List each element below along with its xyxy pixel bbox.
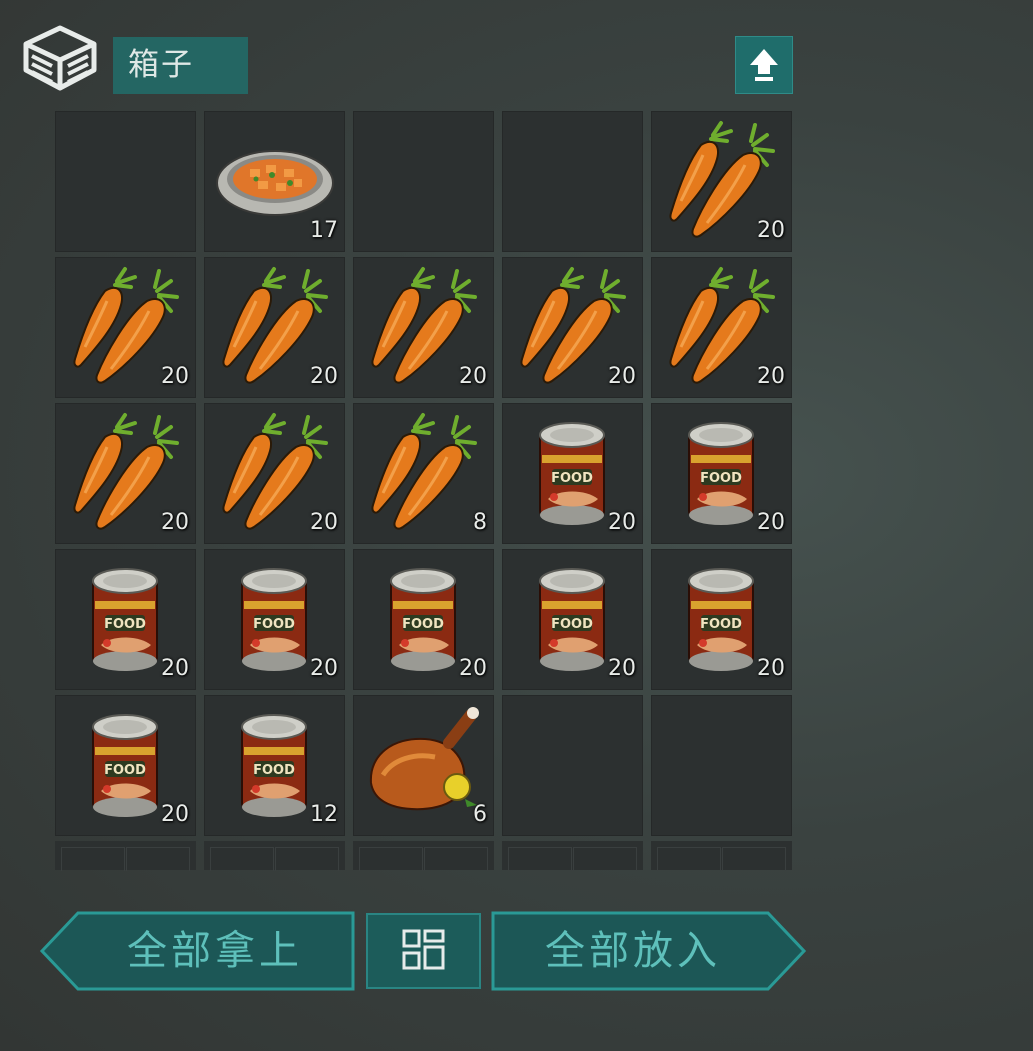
inventory-slot-partial[interactable] bbox=[353, 841, 494, 871]
inventory-slot[interactable]: 20 bbox=[204, 403, 345, 544]
take-all-button[interactable]: 全部拿上 bbox=[40, 910, 356, 992]
item-count: 20 bbox=[757, 218, 785, 243]
svg-text:FOOD: FOOD bbox=[253, 763, 295, 778]
container-title: 箱子 bbox=[113, 37, 248, 94]
inventory-slot[interactable] bbox=[353, 111, 494, 252]
item-count: 20 bbox=[161, 802, 189, 827]
inventory-slot[interactable]: 20 bbox=[55, 257, 196, 398]
inventory-slot-partial[interactable] bbox=[204, 841, 345, 871]
put-all-button[interactable]: 全部放入 bbox=[490, 910, 806, 992]
svg-text:FOOD: FOOD bbox=[253, 617, 295, 632]
inventory-slot[interactable]: 8 bbox=[353, 403, 494, 544]
inventory-slot[interactable]: 20 bbox=[502, 257, 643, 398]
inventory-slot[interactable]: FOOD 20 bbox=[502, 549, 643, 690]
inventory-slot[interactable] bbox=[502, 695, 643, 836]
inventory-slot[interactable]: FOOD 20 bbox=[651, 549, 792, 690]
put-all-label: 全部放入 bbox=[545, 928, 721, 974]
inventory-slot[interactable]: 6 bbox=[353, 695, 494, 836]
inventory-slot[interactable]: 20 bbox=[651, 111, 792, 252]
inventory-slot[interactable]: FOOD 20 bbox=[55, 695, 196, 836]
container-panel: 箱子 17 20 20 20 20 20 20 20 20 8 FOOD 20 … bbox=[0, 0, 1033, 1051]
item-count: 12 bbox=[310, 802, 338, 827]
inventory-slot-partial[interactable] bbox=[502, 841, 643, 871]
action-bar: 全部拿上 全部放入 bbox=[40, 910, 810, 992]
sort-button[interactable] bbox=[366, 913, 481, 989]
item-count: 20 bbox=[310, 510, 338, 535]
inventory-slot[interactable]: 20 bbox=[651, 257, 792, 398]
svg-text:FOOD: FOOD bbox=[700, 617, 742, 632]
inventory-slot[interactable] bbox=[502, 111, 643, 252]
svg-text:FOOD: FOOD bbox=[700, 471, 742, 486]
upload-arrow-icon bbox=[750, 49, 778, 81]
item-count: 20 bbox=[161, 364, 189, 389]
item-count: 20 bbox=[608, 656, 636, 681]
svg-text:FOOD: FOOD bbox=[402, 617, 444, 632]
inventory-slot[interactable]: FOOD 20 bbox=[204, 549, 345, 690]
inventory-slot[interactable]: 20 bbox=[55, 403, 196, 544]
svg-text:FOOD: FOOD bbox=[551, 617, 593, 632]
take-all-label: 全部拿上 bbox=[127, 928, 303, 974]
item-count: 20 bbox=[757, 510, 785, 535]
item-count: 6 bbox=[473, 802, 487, 827]
inventory-slot[interactable] bbox=[651, 695, 792, 836]
item-count: 17 bbox=[310, 218, 338, 243]
svg-text:FOOD: FOOD bbox=[104, 763, 146, 778]
inventory-slot[interactable]: FOOD 20 bbox=[502, 403, 643, 544]
inventory-slot[interactable]: FOOD 20 bbox=[55, 549, 196, 690]
inventory-slot[interactable]: FOOD 20 bbox=[353, 549, 494, 690]
item-count: 20 bbox=[310, 656, 338, 681]
inventory-slot[interactable]: 20 bbox=[204, 257, 345, 398]
item-count: 20 bbox=[161, 656, 189, 681]
inventory-slot[interactable]: 20 bbox=[353, 257, 494, 398]
inventory-slot[interactable]: FOOD 20 bbox=[651, 403, 792, 544]
item-count: 20 bbox=[757, 364, 785, 389]
svg-text:FOOD: FOOD bbox=[551, 471, 593, 486]
item-count: 20 bbox=[459, 364, 487, 389]
inventory-slot-partial[interactable] bbox=[55, 841, 196, 871]
inventory-grid-next-row bbox=[55, 841, 792, 871]
inventory-slot[interactable]: FOOD 12 bbox=[204, 695, 345, 836]
inventory-slot[interactable] bbox=[55, 111, 196, 252]
item-count: 20 bbox=[310, 364, 338, 389]
item-count: 20 bbox=[459, 656, 487, 681]
item-count: 20 bbox=[608, 364, 636, 389]
svg-text:FOOD: FOOD bbox=[104, 617, 146, 632]
box-stack-icon bbox=[23, 25, 97, 91]
inventory-slot[interactable]: 17 bbox=[204, 111, 345, 252]
inventory-grid: 17 20 20 20 20 20 20 20 20 8 FOOD 20 FOO… bbox=[55, 111, 792, 836]
item-count: 20 bbox=[757, 656, 785, 681]
container-header: 箱子 bbox=[20, 22, 795, 97]
upload-button[interactable] bbox=[735, 36, 793, 94]
item-count: 20 bbox=[608, 510, 636, 535]
item-count: 8 bbox=[473, 510, 487, 535]
sort-grid-icon bbox=[402, 929, 445, 970]
inventory-slot-partial[interactable] bbox=[651, 841, 792, 871]
item-count: 20 bbox=[161, 510, 189, 535]
